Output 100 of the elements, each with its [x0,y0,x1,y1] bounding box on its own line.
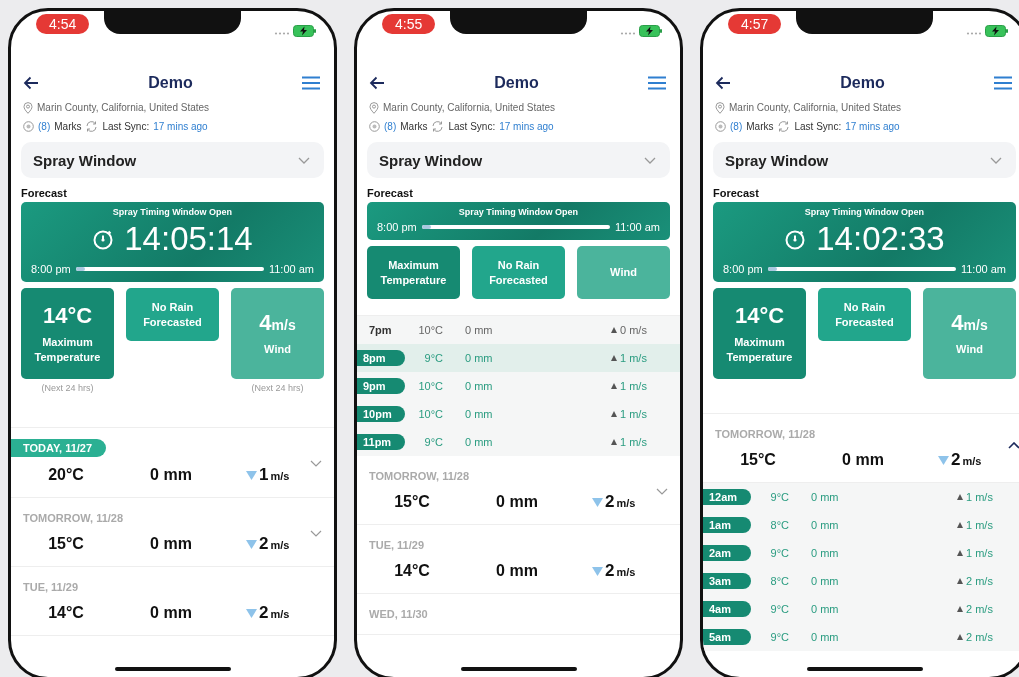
hour-wind: 1 m/s [620,352,647,364]
sync-icon [431,121,445,132]
sync-time-link[interactable]: 17 mins ago [845,121,900,132]
sync-label: Last Sync: [102,121,150,132]
window-status: Spray Timing Window Open [457,207,580,217]
hour-rain: 0 mm [465,436,494,448]
menu-icon[interactable] [648,76,666,90]
day-label[interactable]: TUE, 11/29 [11,581,79,593]
hour-temp: 9°C [769,631,790,643]
hour-rain: 0 mm [811,491,840,503]
back-arrow-icon[interactable] [715,76,731,90]
sync-time-link[interactable]: 17 mins ago [153,121,208,132]
wind-arrow-icon [611,355,617,361]
back-arrow-icon[interactable] [23,76,39,90]
day-label[interactable]: TUE, 11/29 [357,539,425,551]
mode-dropdown[interactable]: Spray Window [367,142,670,178]
chevron-down-icon[interactable] [656,488,668,495]
day-temp: 14°C [47,604,85,622]
chevron-down-icon [990,156,1002,164]
countdown-timer: 14:02:33 [816,219,945,259]
wind-arrow-icon [592,567,603,576]
day-wind: 2 [259,603,269,623]
window-end-time: 11:00 am [268,263,314,275]
marks-count[interactable]: (8) [730,121,743,132]
day-label[interactable]: TODAY, 11/27 [11,439,107,457]
menu-icon[interactable] [994,76,1012,90]
battery-icon [293,25,317,37]
menu-icon[interactable] [302,76,320,90]
window-status: Spray Timing Window Open [111,207,234,217]
wind-arrow-icon [957,606,963,612]
chevron-down-icon[interactable] [310,460,322,467]
hour-temp: 9°C [769,491,790,503]
hour-wind: 1 m/s [620,380,647,392]
tile-label: Wind [610,265,637,280]
tile-label: Maximum Temperature [33,334,102,365]
countdown-timer: 14:05:14 [124,219,253,259]
day-temp: 20°C [47,466,85,484]
hour-temp: 9°C [769,547,790,559]
target-icon [369,121,380,132]
chevron-down-icon[interactable] [310,530,322,537]
chevron-up-icon[interactable] [1008,442,1019,449]
day-rain: 0 mm [149,604,193,622]
day-temp: 15°C [47,535,85,553]
wind-arrow-icon [246,609,257,618]
hour-wind: 1 m/s [620,408,647,420]
hour-label: 8pm [357,350,405,366]
location-text: Marin County, California, United States [729,102,902,113]
tile-value: 4m/s [951,310,988,336]
day-wind: 1 [259,465,269,485]
hour-rain: 0 mm [465,324,494,336]
sync-label: Last Sync: [448,121,496,132]
hour-label: 3am [703,573,751,589]
wind-arrow-icon [938,456,949,465]
day-wind: 2 [951,450,961,470]
wind-arrow-icon [592,498,603,507]
wind-arrow-icon [957,494,963,500]
hour-label: 9pm [357,378,405,394]
page-title: Demo [840,74,885,92]
tile-label: No Rain Forecasted [142,299,203,330]
hour-wind: 2 m/s [966,631,993,643]
hour-wind: 1 m/s [966,547,993,559]
sync-icon [85,121,99,132]
hour-label: 11pm [357,434,405,450]
marks-count[interactable]: (8) [384,121,397,132]
marks-count[interactable]: (8) [38,121,51,132]
battery-icon [985,25,1009,37]
day-label[interactable]: TOMORROW, 11/28 [703,428,816,440]
page-title: Demo [148,74,193,92]
day-rain: 0 mm [149,535,193,553]
day-label[interactable]: WED, 11/30 [357,608,428,620]
tile-note: (Next 24 hrs) [250,383,305,393]
hour-wind: 0 m/s [620,324,647,336]
target-icon [715,121,726,132]
mode-dropdown[interactable]: Spray Window [21,142,324,178]
day-label[interactable]: TOMORROW, 11/28 [357,470,470,482]
hour-temp: 10°C [417,408,444,420]
day-rain: 0 mm [495,562,539,580]
hour-label: 4am [703,601,751,617]
wind-arrow-icon [611,327,617,333]
status-time: 4:54 [36,14,90,34]
marks-label: Marks [400,121,428,132]
window-end-time: 11:00 am [614,221,660,233]
wind-arrow-icon [611,383,617,389]
location-text: Marin County, California, United States [383,102,556,113]
hour-temp: 9°C [423,352,444,364]
hour-temp: 8°C [769,519,790,531]
status-time: 4:57 [728,14,782,34]
chevron-down-icon [298,156,310,164]
hour-rain: 0 mm [811,631,840,643]
section-heading: Forecast [712,187,760,199]
wind-unit: m/s [962,455,982,467]
tile-value: 14°C [734,302,785,329]
sync-time-link[interactable]: 17 mins ago [499,121,554,132]
day-label[interactable]: TOMORROW, 11/28 [11,512,124,524]
wind-unit: m/s [270,608,290,620]
mode-dropdown[interactable]: Spray Window [713,142,1016,178]
signal-dots-icon [274,32,290,35]
back-arrow-icon[interactable] [369,76,385,90]
day-wind: 2 [605,561,615,581]
wind-arrow-icon [957,550,963,556]
